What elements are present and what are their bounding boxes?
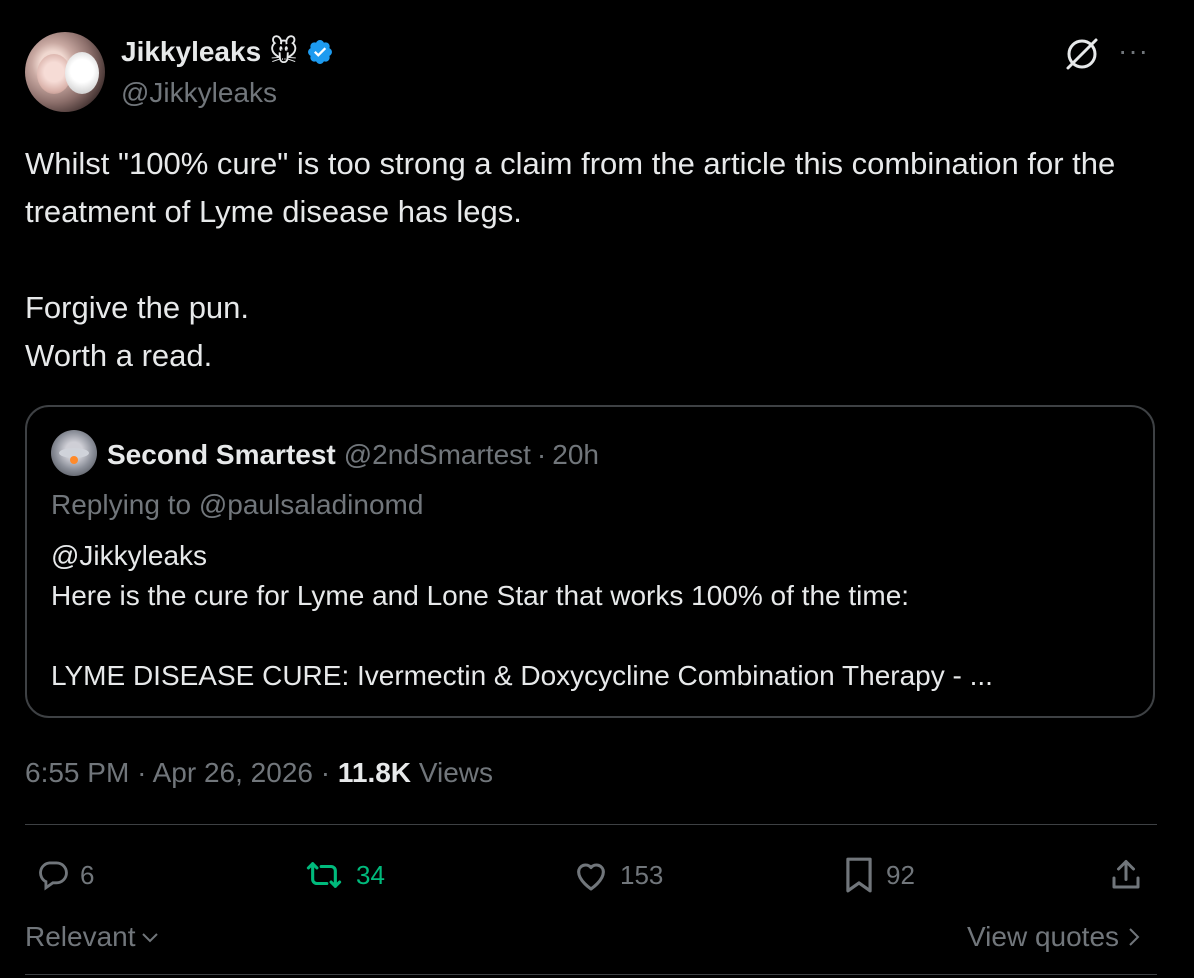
view-quotes-link[interactable]: View quotes <box>967 918 1141 956</box>
sort-dropdown[interactable]: Relevant <box>25 918 160 956</box>
meta-separator: · <box>137 757 147 788</box>
divider <box>25 974 1157 975</box>
tweet-paragraph: Worth a read. <box>25 338 213 373</box>
like-button[interactable]: 153 <box>572 854 663 896</box>
repost-button[interactable]: 34 <box>302 854 385 896</box>
repost-count: 34 <box>356 859 385 890</box>
author-display-name[interactable]: Jikkyleaks <box>121 35 261 69</box>
meta-separator: · <box>320 757 331 788</box>
divider <box>25 824 1157 825</box>
tweet-paragraph: Whilst "100% cure" is too strong a claim… <box>25 146 1116 229</box>
bookmark-button[interactable]: 92 <box>842 854 915 896</box>
author-handle[interactable]: @Jikkyleaks <box>121 76 277 110</box>
heart-icon <box>577 863 605 891</box>
views-count: 11.8K <box>337 757 412 788</box>
more-options-icon[interactable]: ··· <box>1118 36 1149 66</box>
tweet-time[interactable]: 6:55 PM <box>25 757 129 788</box>
quoted-line: @Jikkyleaks <box>51 540 208 571</box>
bookmark-count: 92 <box>886 859 915 890</box>
quoted-author-handle[interactable]: @2ndSmartest <box>344 438 531 472</box>
verified-badge-icon <box>308 40 333 64</box>
author-name-row[interactable]: Jikkyleaks 🐭 <box>121 35 334 69</box>
quoted-author-avatar[interactable] <box>51 430 97 476</box>
views-label: Views <box>418 757 493 788</box>
reply-count: 6 <box>80 859 95 890</box>
sort-label: Relevant <box>25 921 136 952</box>
quoted-line: Here is the cure for Lyme and Lone Star … <box>51 580 910 611</box>
mouse-emoji: 🐭 <box>269 36 299 67</box>
quoted-tweet-text: @Jikkyleaks Here is the cure for Lyme an… <box>51 536 1141 696</box>
chevron-right-icon <box>1129 928 1140 946</box>
meta-separator: · <box>536 439 547 470</box>
quoted-author-name[interactable]: Second Smartest <box>107 438 336 472</box>
chevron-down-icon <box>141 933 158 943</box>
bookmark-icon <box>846 857 872 893</box>
quoted-tweet-time[interactable]: 20h <box>552 438 599 472</box>
repost-icon <box>306 862 342 888</box>
share-button[interactable] <box>1108 854 1144 896</box>
quoted-tweet-header: Second Smartest @2ndSmartest · 20h <box>107 438 599 472</box>
tweet-paragraph: Forgive the pun. <box>25 290 250 325</box>
reply-icon <box>39 861 68 891</box>
like-count: 153 <box>620 859 664 890</box>
tweet-date[interactable]: Apr 26, 2026 <box>153 757 313 788</box>
reply-button[interactable]: 6 <box>36 854 94 896</box>
share-icon <box>1112 860 1140 889</box>
grok-icon[interactable] <box>1062 34 1102 74</box>
replying-to: Replying to @paulsaladinomd <box>51 489 424 520</box>
view-quotes-label: View quotes <box>967 921 1120 952</box>
tweet-timestamp: 6:55 PM · Apr 26, 2026 · 11.8K Views <box>25 756 493 790</box>
quoted-line: LYME DISEASE CURE: Ivermectin & Doxycycl… <box>51 660 993 691</box>
author-avatar[interactable] <box>25 32 105 112</box>
tweet-text: Whilst "100% cure" is too strong a claim… <box>25 140 1170 380</box>
